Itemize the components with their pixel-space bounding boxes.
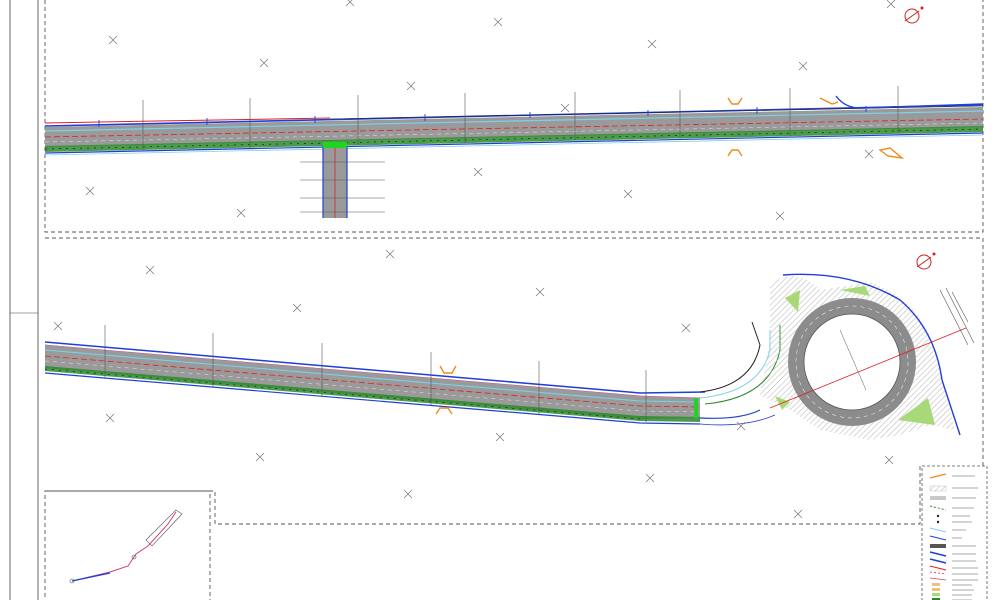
north-arrow-icon <box>904 6 924 24</box>
legend-panel <box>921 465 988 600</box>
road-top <box>44 86 984 156</box>
roundabout <box>760 273 975 440</box>
location-inset <box>69 509 183 584</box>
drawing-sheet <box>9 0 988 600</box>
road-bottom <box>44 325 706 425</box>
side-road-top <box>300 142 385 218</box>
sheet-border <box>9 0 39 600</box>
north-arrow-icon <box>916 252 936 270</box>
